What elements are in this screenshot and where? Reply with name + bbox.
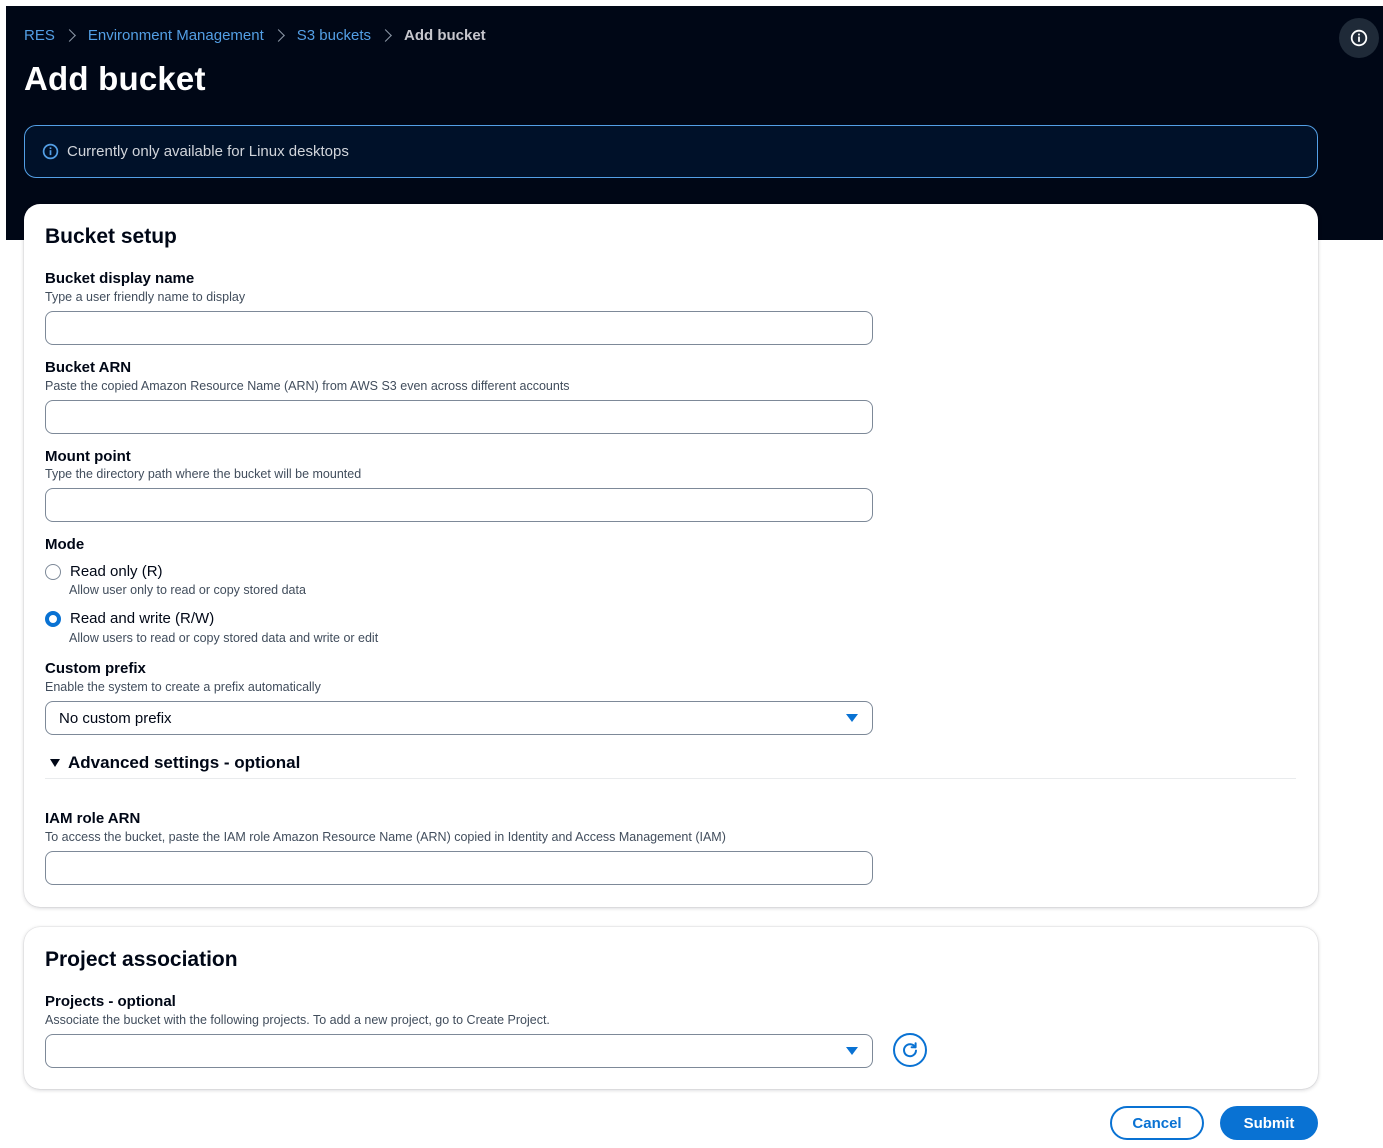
custom-prefix-description: Enable the system to create a prefix aut… — [45, 680, 321, 694]
bucket-arn-input[interactable] — [45, 400, 873, 434]
mount-point-input[interactable] — [45, 488, 873, 522]
cancel-button[interactable]: Cancel — [1110, 1106, 1204, 1140]
submit-button[interactable]: Submit — [1220, 1106, 1318, 1140]
info-icon — [1350, 29, 1368, 47]
mount-point-description: Type the directory path where the bucket… — [45, 467, 362, 481]
radio-read-only-indicator[interactable] — [45, 563, 61, 580]
chevron-right-icon — [379, 29, 392, 42]
caret-down-icon — [846, 714, 858, 722]
projects-description: Associate the bucket with the following … — [45, 1013, 550, 1027]
caret-down-icon — [846, 1047, 858, 1055]
advanced-settings-toggle[interactable]: Advanced settings - optional — [45, 753, 300, 773]
radio-read-only-label: Read only (R) — [70, 563, 163, 580]
projects-label: Projects - optional — [45, 993, 176, 1010]
page-title: Add bucket — [24, 60, 206, 97]
iam-role-arn-description: To access the bucket, paste the IAM role… — [45, 830, 726, 844]
breadcrumb-link-res[interactable]: RES — [24, 27, 55, 44]
bucket-arn-label: Bucket ARN — [45, 359, 132, 376]
bucket-display-name-label: Bucket display name — [45, 270, 195, 287]
custom-prefix-select[interactable]: No custom prefix — [45, 701, 873, 735]
radio-read-write-label: Read and write (R/W) — [70, 610, 215, 627]
radio-read-write-description: Allow users to read or copy stored data … — [69, 631, 379, 645]
bucket-display-name-description: Type a user friendly name to display — [45, 290, 246, 304]
project-association-card: Project association Projects - optional … — [24, 927, 1318, 1089]
radio-read-write[interactable]: Read and write (R/W) — [45, 610, 214, 627]
bucket-arn-description: Paste the copied Amazon Resource Name (A… — [45, 379, 570, 393]
projects-select[interactable] — [45, 1034, 873, 1068]
refresh-icon — [903, 1042, 917, 1058]
chevron-right-icon — [62, 29, 76, 42]
custom-prefix-selected-value: No custom prefix — [59, 709, 172, 727]
bucket-setup-title: Bucket setup — [45, 225, 177, 248]
refresh-button[interactable] — [893, 1033, 927, 1067]
breadcrumb: RES Environment Management S3 buckets Ad… — [24, 27, 486, 44]
breadcrumb-link-environment-management[interactable]: Environment Management — [88, 27, 264, 44]
radio-read-only-description: Allow user only to read or copy stored d… — [69, 583, 306, 597]
alert-text: Currently only available for Linux deskt… — [67, 143, 349, 160]
radio-read-write-indicator[interactable] — [45, 610, 61, 627]
bucket-display-name-input[interactable] — [45, 311, 873, 345]
info-icon-button[interactable] — [1339, 18, 1379, 58]
chevron-right-icon — [271, 29, 285, 42]
mode-label: Mode — [45, 536, 85, 553]
advanced-settings-title: Advanced settings - optional — [68, 753, 301, 772]
divider — [45, 778, 1296, 779]
custom-prefix-label: Custom prefix — [45, 660, 146, 677]
project-association-title: Project association — [45, 948, 238, 971]
iam-role-arn-input[interactable] — [45, 851, 873, 885]
bucket-setup-card: Bucket setup Bucket display name Type a … — [24, 204, 1318, 907]
radio-read-only[interactable]: Read only (R) — [45, 563, 163, 580]
breadcrumb-link-s3-buckets[interactable]: S3 buckets — [297, 27, 371, 44]
iam-role-arn-label: IAM role ARN — [45, 810, 141, 827]
breadcrumb-current: Add bucket — [404, 27, 486, 44]
info-alert: Currently only available for Linux deskt… — [24, 125, 1318, 178]
caret-down-icon — [50, 759, 60, 767]
info-icon — [42, 143, 59, 160]
mount-point-label: Mount point — [45, 448, 131, 465]
